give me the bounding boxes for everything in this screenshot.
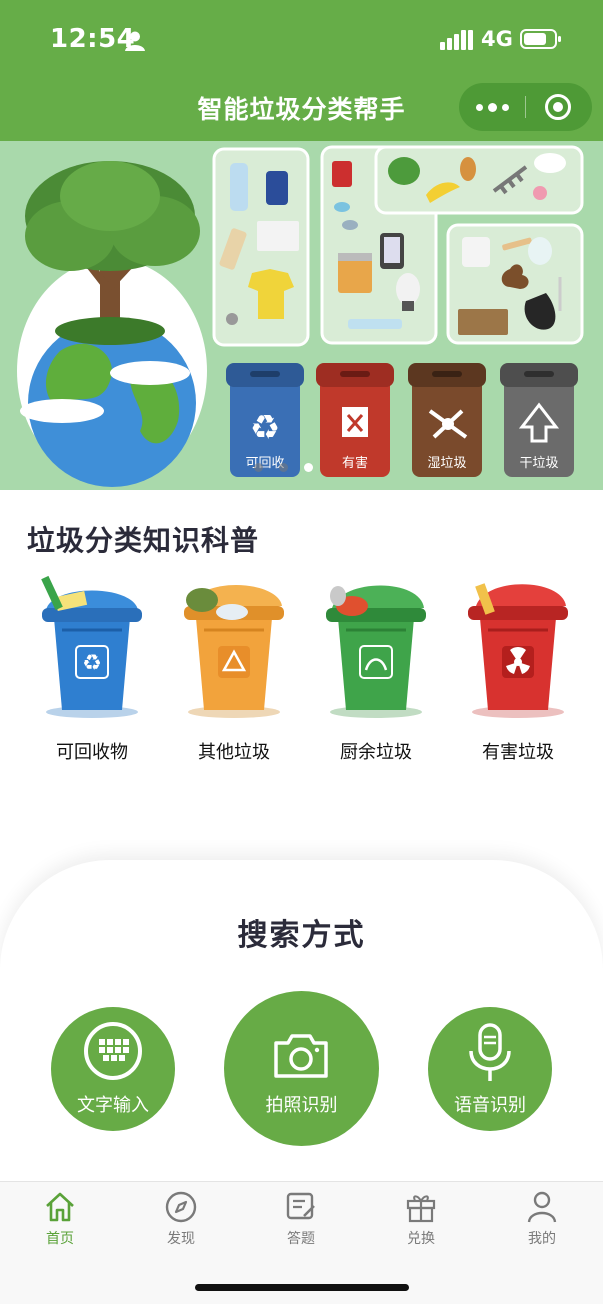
category-other[interactable]: 其他垃圾 bbox=[164, 570, 304, 764]
signal-icon bbox=[440, 30, 473, 50]
tab-label: 答题 bbox=[287, 1231, 315, 1247]
tab-label: 发现 bbox=[167, 1231, 195, 1247]
more-dot-icon bbox=[501, 103, 509, 111]
voice-recognition-button[interactable]: 语音识别 bbox=[428, 1007, 552, 1131]
tab-profile[interactable]: 我的 bbox=[497, 1190, 587, 1248]
battery-icon bbox=[520, 29, 561, 49]
tab-label: 首页 bbox=[46, 1231, 74, 1247]
section-title-search: 搜索方式 bbox=[237, 918, 366, 953]
category-kitchen[interactable]: 厨余垃圾 bbox=[306, 570, 446, 764]
carousel-dot-active[interactable] bbox=[304, 463, 313, 472]
category-label: 有害垃圾 bbox=[482, 742, 554, 763]
category-hazardous[interactable]: 有害垃圾 bbox=[448, 570, 588, 764]
recyclable-bin-icon: ♻ bbox=[41, 575, 142, 718]
person-icon bbox=[125, 31, 145, 51]
bin-label-wet: 湿垃圾 bbox=[427, 456, 467, 471]
tab-label: 兑换 bbox=[407, 1231, 435, 1247]
other-bin-icon bbox=[184, 584, 284, 718]
home-indicator bbox=[195, 1284, 409, 1291]
bin-label-dry: 干垃圾 bbox=[519, 456, 559, 471]
svg-text:♻: ♻ bbox=[250, 408, 280, 448]
tab-quiz[interactable]: 答题 bbox=[256, 1190, 346, 1248]
gift-icon bbox=[406, 1195, 436, 1223]
text-input-label: 文字输入 bbox=[77, 1095, 149, 1116]
category-recyclable[interactable]: ♻ 可回收物 bbox=[22, 570, 162, 764]
category-label: 其他垃圾 bbox=[198, 742, 270, 763]
mini-program-capsule bbox=[459, 83, 592, 131]
compass-icon bbox=[165, 1191, 197, 1223]
hazardous-bin-icon bbox=[468, 583, 568, 718]
banner-illustration: ♻ bbox=[0, 141, 603, 490]
category-list: ♻ 可回收物 其他垃圾 厨余垃圾 有害垃圾 bbox=[0, 570, 603, 770]
tab-home[interactable]: 首页 bbox=[15, 1190, 105, 1248]
banner-carousel[interactable]: ♻ 可回收 有害 湿垃圾 干垃圾 bbox=[0, 141, 603, 490]
status-time: 12:54 bbox=[50, 24, 136, 54]
keyboard-icon bbox=[84, 1022, 142, 1080]
carousel-dot[interactable] bbox=[279, 463, 288, 472]
quiz-icon bbox=[286, 1192, 315, 1220]
tab-label: 我的 bbox=[528, 1231, 556, 1247]
earth-tree-illustration bbox=[17, 161, 207, 487]
category-label: 可回收物 bbox=[56, 742, 128, 763]
more-dot-icon bbox=[475, 103, 483, 111]
capsule-divider bbox=[525, 96, 526, 118]
network-type: 4G bbox=[481, 27, 513, 51]
photo-recognition-button[interactable]: 拍照识别 bbox=[224, 991, 379, 1146]
camera-icon bbox=[274, 1034, 328, 1078]
carousel-dot[interactable] bbox=[254, 463, 263, 472]
status-bar: 12:54 4G bbox=[0, 0, 603, 80]
carousel-indicators bbox=[254, 463, 313, 472]
profile-icon bbox=[527, 1191, 557, 1223]
home-icon bbox=[46, 1192, 74, 1222]
close-target-icon[interactable] bbox=[545, 94, 571, 120]
text-input-button[interactable]: 文字输入 bbox=[51, 1007, 175, 1131]
section-title-knowledge: 垃圾分类知识科普 bbox=[27, 524, 260, 557]
photo-recognition-label: 拍照识别 bbox=[265, 1095, 338, 1116]
microphone-icon bbox=[469, 1023, 511, 1081]
top-bar: 12:54 4G 智能垃圾分类帮手 bbox=[0, 0, 603, 141]
more-dot-icon bbox=[487, 102, 497, 112]
svg-text:♻: ♻ bbox=[82, 651, 102, 676]
bin-label-hazardous: 有害 bbox=[341, 456, 368, 471]
category-label: 厨余垃圾 bbox=[340, 742, 412, 763]
voice-recognition-label: 语音识别 bbox=[454, 1095, 526, 1116]
kitchen-bin-icon bbox=[326, 585, 426, 718]
tab-discover[interactable]: 发现 bbox=[136, 1190, 226, 1248]
more-button[interactable] bbox=[459, 83, 525, 131]
tab-exchange[interactable]: 兑换 bbox=[376, 1190, 466, 1248]
